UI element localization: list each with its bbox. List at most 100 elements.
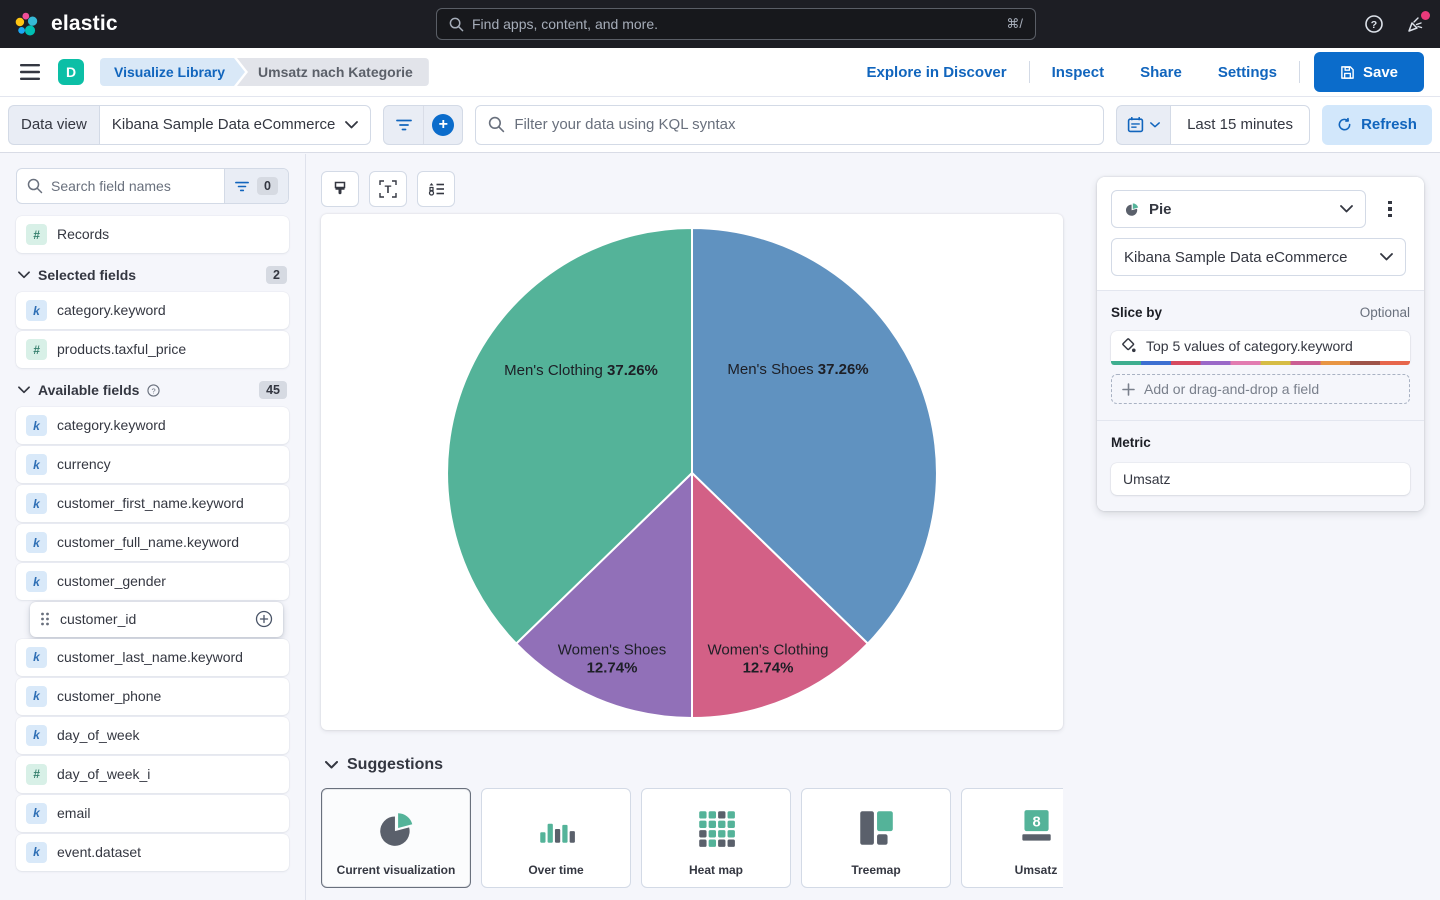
number-field-icon: # xyxy=(26,224,47,245)
layer-data-view-select[interactable]: Kibana Sample Data eCommerce xyxy=(1111,238,1406,276)
suggestion-metric[interactable]: 8 Umsatz xyxy=(961,788,1063,888)
brush-icon xyxy=(332,181,348,198)
visual-options-button[interactable] xyxy=(321,171,359,207)
pie-chart-panel: Men's Clothing 37.26%Men's Shoes 37.26%W… xyxy=(321,214,1063,730)
dimension-top5-category[interactable]: Top 5 values of category.keyword xyxy=(1111,331,1410,361)
keyword-field-icon: k xyxy=(26,647,47,668)
suggestion-treemap[interactable]: Treemap xyxy=(801,788,951,888)
selected-fields-count: 2 xyxy=(266,266,287,284)
search-shortcut: ⌘/ xyxy=(1006,16,1023,32)
suggestion-over-time[interactable]: Over time xyxy=(481,788,631,888)
field-item[interactable]: kcustomer_gender xyxy=(16,563,289,600)
suggestions-header[interactable]: Suggestions xyxy=(325,756,1063,774)
breadcrumb-visualize-library[interactable]: Visualize Library xyxy=(100,58,245,86)
data-view-label: Data view xyxy=(8,105,99,145)
filter-icon xyxy=(235,181,249,192)
field-item[interactable]: kcustomer_full_name.keyword xyxy=(16,524,289,561)
kql-search-bar[interactable] xyxy=(475,105,1104,145)
field-item[interactable]: kcustomer_first_name.keyword xyxy=(16,485,289,522)
chevron-down-icon xyxy=(1150,122,1160,128)
query-bar: Data view Kibana Sample Data eCommerce +… xyxy=(0,97,1440,153)
field-item-records[interactable]: # Records xyxy=(16,216,289,253)
metric-umsatz[interactable]: Umsatz xyxy=(1111,463,1410,495)
suggestion-heat-map[interactable]: Heat map xyxy=(641,788,791,888)
slice-by-label: Slice by xyxy=(1111,305,1162,320)
time-picker: Last 15 minutes xyxy=(1116,105,1310,145)
layer-config-panel: Pie Kibana Sample Data eCommerce Slice b… xyxy=(1097,177,1424,511)
elastic-logo[interactable]: elastic xyxy=(14,11,118,38)
field-item[interactable]: kemail xyxy=(16,795,289,832)
share-link[interactable]: Share xyxy=(1122,64,1200,81)
save-icon xyxy=(1340,65,1355,80)
calendar-icon xyxy=(1127,116,1144,133)
field-item[interactable]: #day_of_week_i xyxy=(16,756,289,793)
suggestion-current-visualization[interactable]: Current visualization xyxy=(321,788,471,888)
data-view-picker[interactable]: Data view Kibana Sample Data eCommerce xyxy=(8,105,371,145)
add-dimension-button[interactable]: Add or drag-and-drop a field xyxy=(1111,374,1410,404)
breadcrumb: Visualize Library Umsatz nach Kategorie xyxy=(100,58,429,86)
refresh-button[interactable]: Refresh xyxy=(1322,105,1432,145)
add-filter-button[interactable]: + xyxy=(423,106,462,144)
saved-query-filter-icon[interactable] xyxy=(384,106,423,144)
global-search-input[interactable] xyxy=(472,16,998,32)
field-filter-count: 0 xyxy=(257,177,278,195)
svg-text:?: ? xyxy=(152,386,156,395)
inspect-link[interactable]: Inspect xyxy=(1034,64,1123,81)
field-search-input[interactable] xyxy=(43,178,224,194)
keyword-field-icon: k xyxy=(26,571,47,592)
help-icon[interactable]: ? xyxy=(1364,14,1384,34)
app-navbar: D Visualize Library Umsatz nach Kategori… xyxy=(0,48,1440,97)
elastic-logo-icon xyxy=(14,11,41,38)
save-button[interactable]: Save xyxy=(1314,52,1424,92)
field-item[interactable]: kcategory.keyword xyxy=(16,407,289,444)
kql-input[interactable] xyxy=(514,116,1091,133)
drag-handle-icon[interactable] xyxy=(40,612,50,626)
number-field-icon: # xyxy=(26,339,47,360)
field-filter-button[interactable]: 0 xyxy=(224,169,288,203)
menu-icon[interactable] xyxy=(16,58,44,86)
field-list-sidebar: 0 # Records Selected fields 2 k category… xyxy=(0,154,306,900)
explore-in-discover-link[interactable]: Explore in Discover xyxy=(849,64,1025,81)
chevron-down-icon xyxy=(18,386,30,394)
svg-text:?: ? xyxy=(1371,19,1377,31)
field-item[interactable]: kday_of_week xyxy=(16,717,289,754)
search-icon xyxy=(488,116,505,133)
field-item[interactable]: # products.taxful_price xyxy=(16,331,289,368)
keyword-field-icon: k xyxy=(26,686,47,707)
available-fields-header[interactable]: Available fields ? 45 xyxy=(18,381,287,399)
search-icon xyxy=(17,178,43,194)
help-circle-icon[interactable]: ? xyxy=(147,384,160,397)
newsfeed-icon[interactable] xyxy=(1406,14,1426,34)
field-item[interactable]: kcurrency xyxy=(16,446,289,483)
date-picker-button[interactable] xyxy=(1116,105,1170,145)
chart-type-select[interactable]: Pie xyxy=(1111,190,1366,228)
heat-map-icon xyxy=(695,807,737,849)
global-search[interactable]: ⌘/ xyxy=(436,8,1036,40)
suggestions-row: Current visualization Over time Hea xyxy=(321,788,1063,888)
search-icon xyxy=(449,17,464,32)
pie-type-icon xyxy=(1124,201,1140,217)
treemap-icon xyxy=(855,807,897,849)
keyword-field-icon: k xyxy=(26,842,47,863)
selected-fields-header[interactable]: Selected fields 2 xyxy=(18,266,287,284)
keyword-field-icon: k xyxy=(26,415,47,436)
add-field-plus-icon[interactable] xyxy=(255,610,273,628)
data-view-value[interactable]: Kibana Sample Data eCommerce xyxy=(99,105,371,145)
field-search[interactable]: 0 xyxy=(16,168,289,204)
text-options-button[interactable]: T xyxy=(369,171,407,207)
time-range-value[interactable]: Last 15 minutes xyxy=(1170,105,1310,145)
divider xyxy=(1299,61,1300,83)
global-header: elastic ⌘/ ? xyxy=(0,0,1440,48)
layer-actions-menu[interactable] xyxy=(1376,190,1404,228)
settings-link[interactable]: Settings xyxy=(1200,64,1295,81)
field-item[interactable]: k category.keyword xyxy=(16,292,289,329)
config-column: Pie Kibana Sample Data eCommerce Slice b… xyxy=(1081,154,1440,900)
legend-icon xyxy=(428,182,445,197)
field-item[interactable]: kcustomer_last_name.keyword xyxy=(16,639,289,676)
legend-settings-button[interactable] xyxy=(417,171,455,207)
space-avatar[interactable]: D xyxy=(58,59,84,85)
chevron-down-icon xyxy=(345,121,358,129)
field-item[interactable]: kcustomer_phone xyxy=(16,678,289,715)
field-item[interactable]: kevent.dataset xyxy=(16,834,289,871)
field-item-hovered[interactable]: customer_id xyxy=(30,602,283,637)
